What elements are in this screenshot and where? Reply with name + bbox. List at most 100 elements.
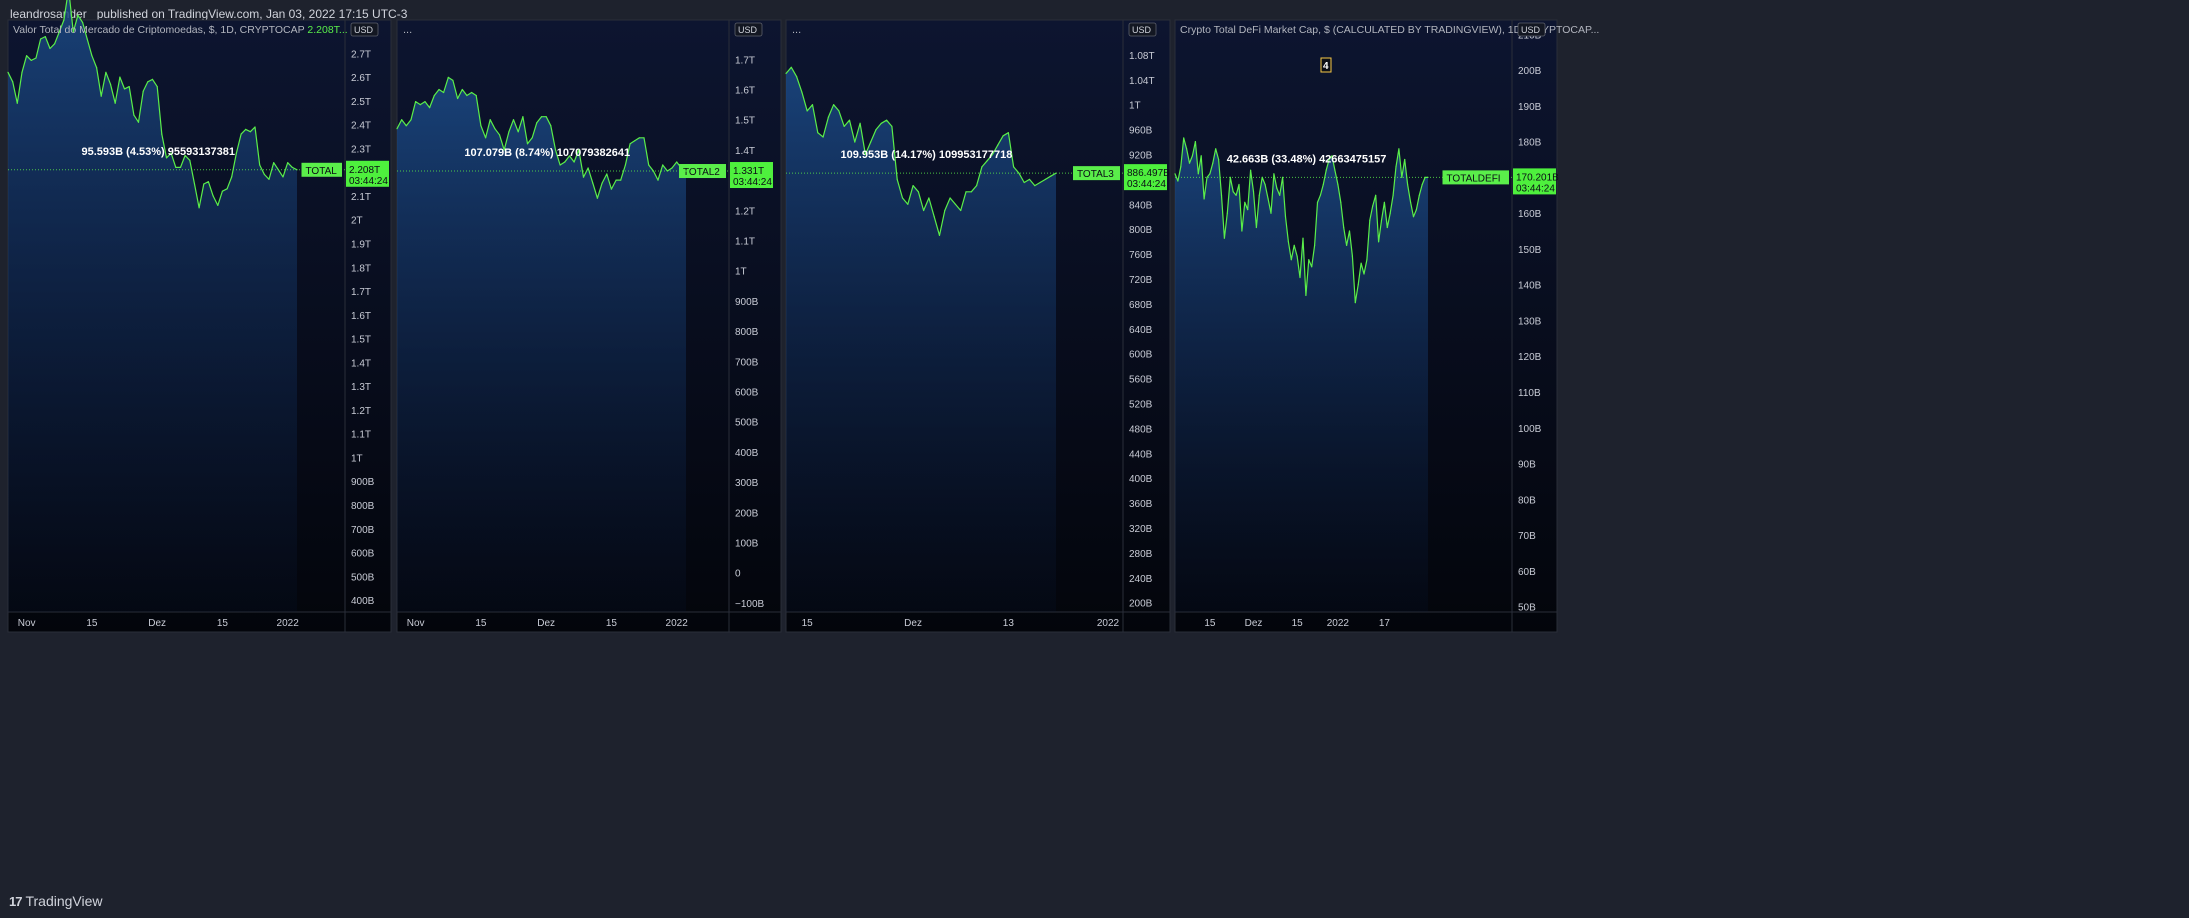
x-tick-label: Nov xyxy=(18,618,36,629)
data-point xyxy=(175,166,177,168)
currency-button-label[interactable]: USD xyxy=(1521,25,1541,35)
data-point xyxy=(606,173,608,175)
data-point xyxy=(785,72,787,75)
data-point xyxy=(1302,237,1304,239)
data-point xyxy=(938,234,941,236)
data-point xyxy=(105,71,107,73)
data-point xyxy=(1183,137,1185,139)
data-point xyxy=(1258,194,1260,196)
data-point xyxy=(54,43,56,45)
data-point xyxy=(489,119,491,121)
last-price-label: 2.208T xyxy=(349,165,380,176)
data-point xyxy=(443,91,445,94)
x-tick-label: 15 xyxy=(86,618,98,629)
data-point xyxy=(592,182,594,184)
y-tick-label: 140B xyxy=(1518,281,1542,292)
data-point xyxy=(128,86,130,88)
data-point xyxy=(193,183,196,185)
data-point xyxy=(273,162,275,164)
y-tick-label: 70B xyxy=(1518,531,1536,542)
data-point xyxy=(624,164,627,166)
data-point xyxy=(896,178,898,180)
y-tick-label: 80B xyxy=(1518,495,1536,506)
data-point xyxy=(189,159,191,161)
data-point xyxy=(620,179,622,181)
data-point xyxy=(870,141,872,143)
data-point xyxy=(1034,185,1036,187)
data-point xyxy=(1410,201,1412,203)
data-point xyxy=(1305,294,1307,296)
data-point xyxy=(12,81,14,83)
data-point xyxy=(1267,198,1269,200)
currency-button-label[interactable]: USD xyxy=(1132,25,1152,35)
data-point xyxy=(415,101,417,103)
data-point xyxy=(1395,166,1397,168)
data-point xyxy=(475,94,477,97)
chart-panel-4[interactable]: 210B200B190B180B170B160B150B140B130B120B… xyxy=(1174,19,1599,633)
data-point xyxy=(864,153,867,156)
data-point xyxy=(86,38,88,40)
y-tick-label: 100B xyxy=(1518,424,1542,435)
tradingview-logo[interactable]: 17 TradingView xyxy=(9,893,103,909)
data-point xyxy=(438,88,440,91)
data-point xyxy=(235,152,237,154)
data-point xyxy=(1363,273,1365,275)
y-tick-label: 960B xyxy=(1129,126,1153,137)
y-tick-label: 200B xyxy=(1129,599,1153,610)
data-point xyxy=(7,71,9,73)
y-tick-label: 1.4T xyxy=(351,358,371,369)
data-point xyxy=(287,162,289,164)
data-point xyxy=(833,104,835,106)
x-tick-label: Nov xyxy=(407,618,425,629)
y-tick-label: 720B xyxy=(1129,275,1153,286)
data-point xyxy=(1276,187,1278,189)
currency-button-label[interactable]: USD xyxy=(354,25,374,35)
data-point xyxy=(1206,176,1208,178)
data-point xyxy=(1186,148,1188,150)
x-tick-label: 17 xyxy=(1379,618,1391,629)
data-point xyxy=(838,110,840,112)
y-tick-label: 1.2T xyxy=(351,406,371,417)
y-tick-label: 400B xyxy=(1129,474,1153,485)
data-point xyxy=(1372,205,1374,207)
chart-panel-2[interactable]: 1.8T1.7T1.6T1.5T1.4T1.3T1.2T1.1T1T900B80… xyxy=(396,19,782,633)
y-tick-label: 2.1T xyxy=(351,192,371,203)
y-tick-label: 240B xyxy=(1129,574,1153,585)
data-point xyxy=(277,169,279,171)
data-point xyxy=(1366,259,1368,261)
currency-button-label[interactable]: USD xyxy=(738,25,758,35)
data-point xyxy=(58,31,60,33)
data-point xyxy=(976,185,978,187)
annotation-marker-label[interactable]: 4 xyxy=(1323,61,1329,72)
data-point xyxy=(587,167,589,169)
y-tick-label: 360B xyxy=(1129,499,1153,510)
y-tick-label: 1T xyxy=(351,453,363,464)
data-point xyxy=(494,128,496,130)
data-point xyxy=(96,67,98,69)
data-point xyxy=(1229,176,1231,178)
chart-panel-3[interactable]: 1.12T1.08T1.04T1T960B920B880B840B800B760… xyxy=(785,19,1171,633)
data-point xyxy=(822,136,824,138)
data-point xyxy=(396,128,398,130)
data-point xyxy=(545,116,547,118)
data-point xyxy=(1264,183,1266,186)
data-point xyxy=(1039,181,1041,184)
y-tick-label: 2.6T xyxy=(351,73,371,84)
data-point xyxy=(1427,176,1429,178)
chart-title-ellipsis[interactable]: ... xyxy=(403,24,412,36)
data-point xyxy=(1177,180,1179,182)
data-point xyxy=(151,78,154,80)
y-tick-label: 190B xyxy=(1518,102,1542,113)
y-tick-label: 680B xyxy=(1129,300,1153,311)
x-tick-label: Dez xyxy=(1245,618,1263,629)
data-point xyxy=(662,164,664,166)
data-point xyxy=(912,185,914,187)
data-point xyxy=(1383,201,1385,203)
data-point xyxy=(291,166,293,168)
data-point xyxy=(424,101,426,103)
y-tick-label: 320B xyxy=(1129,524,1153,535)
chart-title-ellipsis[interactable]: ... xyxy=(792,24,801,36)
y-tick-label: 900B xyxy=(735,297,759,308)
chart-panel-1[interactable]: 2.8T2.7T2.6T2.5T2.4T2.3T2.2T2.1T2T1.9T1.… xyxy=(7,0,392,633)
data-point xyxy=(1235,194,1237,196)
